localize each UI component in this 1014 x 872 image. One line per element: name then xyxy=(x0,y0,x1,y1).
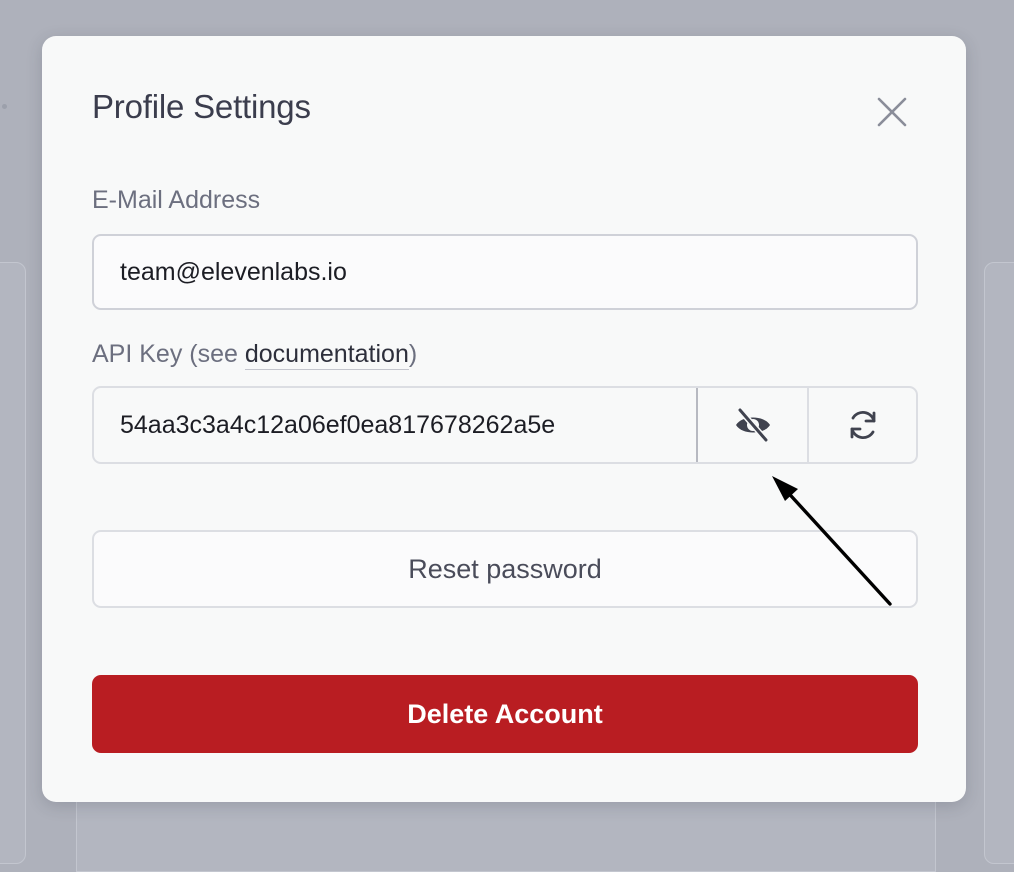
profile-settings-modal: Profile Settings E-Mail Address team@ele… xyxy=(42,36,966,802)
refresh-icon xyxy=(850,411,875,439)
api-key-label-prefix: API Key (see xyxy=(92,340,245,368)
close-icon xyxy=(877,97,907,127)
background-card-bottom xyxy=(76,790,936,872)
email-value: team@elevenlabs.io xyxy=(120,257,347,286)
documentation-link[interactable]: documentation xyxy=(244,340,409,370)
modal-title: Profile Settings xyxy=(92,88,311,125)
background-card-right xyxy=(984,262,1014,864)
toggle-api-key-visibility-button[interactable] xyxy=(698,388,807,462)
api-key-value: 54aa3c3a4c12a06ef0ea817678262a5e xyxy=(120,410,556,439)
api-key-label: API Key (see documentation) xyxy=(92,340,418,370)
delete-account-button[interactable]: Delete Account xyxy=(92,675,918,753)
api-key-label-suffix: ) xyxy=(408,340,418,368)
eye-slash-icon xyxy=(735,407,770,443)
email-field[interactable]: team@elevenlabs.io xyxy=(92,234,918,310)
api-key-input-group: 54aa3c3a4c12a06ef0ea817678262a5e xyxy=(92,386,918,464)
reset-password-button[interactable]: Reset password xyxy=(92,530,918,608)
api-key-field[interactable]: 54aa3c3a4c12a06ef0ea817678262a5e xyxy=(94,388,699,462)
background-card-left xyxy=(0,262,26,864)
background-dot xyxy=(2,104,7,109)
regenerate-api-key-button[interactable] xyxy=(807,388,916,462)
email-label: E-Mail Address xyxy=(92,186,261,214)
close-button[interactable] xyxy=(870,90,914,134)
